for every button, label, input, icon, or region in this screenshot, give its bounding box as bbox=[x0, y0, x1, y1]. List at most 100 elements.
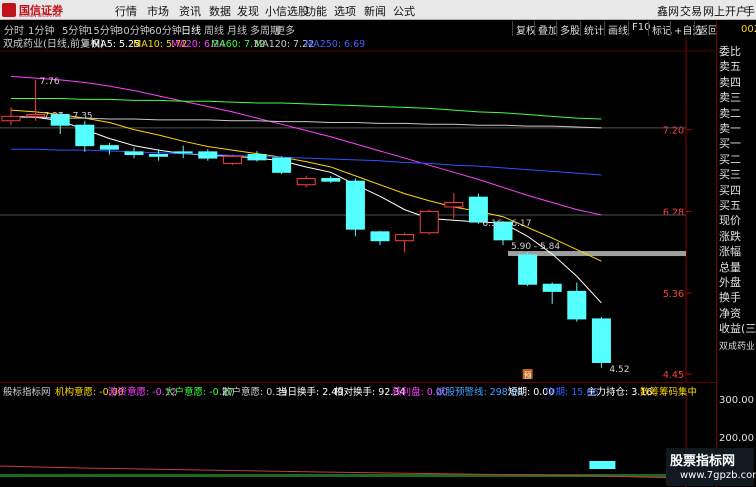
stock-code: 002 bbox=[741, 24, 756, 35]
quote-row-9: 买四 bbox=[719, 183, 741, 197]
quote-row-10: 买五 bbox=[719, 199, 741, 212]
quote-row-7: 买二 bbox=[719, 152, 741, 166]
watermark: 股票指标网 www.7gpzb.com bbox=[666, 448, 756, 486]
menu-right-item-2[interactable]: 网上开户 bbox=[703, 3, 747, 19]
candle-body-12 bbox=[296, 178, 316, 186]
candle-24[interactable] bbox=[591, 317, 611, 368]
period-tab-3[interactable]: 15分钟 bbox=[87, 22, 120, 37]
candle-11[interactable] bbox=[272, 156, 292, 175]
period-tab-0[interactable]: 分时 bbox=[4, 22, 24, 37]
candle-body-9 bbox=[222, 155, 242, 164]
app-logo: 国信证券 GUOSEN SECURITIES bbox=[2, 2, 70, 18]
period-tab-4[interactable]: 30分钟 bbox=[117, 22, 150, 37]
menu-item-2[interactable]: 资讯 bbox=[179, 3, 201, 19]
quote-row-12: 涨跌 bbox=[719, 229, 741, 243]
menu-item-6[interactable]: 功能 bbox=[305, 3, 327, 19]
candle-body-8 bbox=[198, 151, 218, 159]
candle-body-17 bbox=[419, 210, 439, 234]
quote-row-16: 换手 bbox=[719, 291, 741, 305]
candle-body-6 bbox=[149, 154, 169, 157]
menu-item-5[interactable]: 小信选股 bbox=[265, 3, 309, 19]
candle-body-7 bbox=[173, 151, 193, 154]
ma-label-5: MA250: 6.69 bbox=[305, 39, 365, 50]
period-tab-2[interactable]: 5分钟 bbox=[62, 22, 88, 37]
candle-body-13 bbox=[321, 178, 341, 182]
candle-body-16 bbox=[395, 233, 415, 242]
price-annotation-4: 4.52 bbox=[609, 365, 629, 375]
period-tab-10[interactable]: 更多 bbox=[275, 22, 295, 37]
forecast-marker-label: 预 bbox=[524, 370, 532, 380]
quote-row-18: 收益(三) bbox=[719, 322, 756, 336]
candle-9[interactable] bbox=[222, 154, 242, 166]
quote-row-2: 卖四 bbox=[719, 75, 741, 89]
candle-body-4 bbox=[99, 145, 119, 150]
candle-body-24 bbox=[591, 318, 611, 363]
toolbar-button-2[interactable]: 多股 bbox=[556, 21, 583, 37]
candle-21[interactable] bbox=[518, 252, 538, 287]
menu-item-8[interactable]: 新闻 bbox=[364, 3, 386, 19]
toolbar-button-3[interactable]: 统计 bbox=[580, 21, 607, 37]
period-toolbar: 分时 1分钟 5分钟 15分钟 30分钟 60分钟 日线 周线 月线 多周期 更多 复权 叠加 多股 统计… bbox=[0, 21, 718, 37]
period-tab-8[interactable]: 月线 bbox=[227, 22, 247, 37]
panel-price-0: 300.00 bbox=[719, 395, 754, 406]
panel-price-1: 200.00 bbox=[719, 433, 754, 444]
panel-stock-name: 双成药业 bbox=[719, 342, 756, 352]
price-label-3: 4.45 bbox=[663, 370, 684, 381]
quote-row-1: 卖五 bbox=[719, 60, 741, 74]
price-annotation-1: 7.37 - 7.35 bbox=[44, 112, 93, 122]
menu-right-item-1[interactable]: 交易 bbox=[680, 3, 702, 19]
menu-bar: 国信证券 GUOSEN SECURITIES 行情 市场 资讯 数据 发现 小信选股 功能选… bbox=[0, 0, 756, 20]
toolbar-button-4[interactable]: 画线 bbox=[604, 21, 631, 37]
quote-row-5: 卖一 bbox=[719, 122, 741, 135]
quote-row-3: 卖三 bbox=[719, 91, 741, 105]
quote-row-11: 现价 bbox=[719, 214, 741, 228]
logo-mark-icon bbox=[2, 3, 16, 17]
price-label-2: 5.36 bbox=[663, 289, 684, 300]
indicator-header: 般标指标网 机构意愿: -0.00 游资意愿: -0.12 大户意愿: -0.27 散户… bbox=[0, 382, 716, 398]
candle-body-0 bbox=[1, 115, 21, 122]
period-tab-6[interactable]: 日线 bbox=[181, 22, 201, 37]
price-label-0: 7.20 bbox=[663, 126, 684, 137]
quote-row-15: 外盘 bbox=[719, 276, 741, 289]
price-annotation-3: 5.90 - 5.84 bbox=[511, 242, 560, 252]
price-annotation-2: 6.16 - 6.17 bbox=[482, 219, 531, 229]
candle-body-5 bbox=[124, 151, 144, 156]
quote-row-8: 买三 bbox=[719, 168, 741, 182]
watermark-url: www.7gpzb.com bbox=[680, 470, 756, 481]
menu-right-item-3[interactable]: 手 bbox=[744, 3, 755, 19]
quote-row-13: 涨幅 bbox=[719, 245, 741, 259]
menu-item-3[interactable]: 数据 bbox=[209, 3, 231, 19]
candle-body-3 bbox=[75, 124, 95, 147]
quote-panel: 002 委比卖五卖四卖三卖二卖一买一买二买三买四买五现价涨跌涨幅总量外盘换手净资… bbox=[716, 21, 756, 487]
quote-row-14: 总量 bbox=[719, 260, 741, 274]
menu-item-7[interactable]: 选项 bbox=[334, 3, 356, 19]
menu-item-4[interactable]: 发现 bbox=[237, 3, 259, 19]
candle-body-14 bbox=[345, 180, 365, 230]
period-tab-7[interactable]: 周线 bbox=[204, 22, 224, 37]
menu-right-item-0[interactable]: 鑫网 bbox=[657, 3, 679, 19]
candle-body-21 bbox=[518, 254, 538, 285]
quote-row-4: 卖二 bbox=[719, 106, 741, 120]
price-label-1: 6.28 bbox=[663, 207, 684, 218]
period-tab-5[interactable]: 60分钟 bbox=[149, 22, 182, 37]
candle-body-15 bbox=[370, 231, 390, 242]
menu-item-9[interactable]: 公式 bbox=[393, 3, 415, 19]
quote-row-0: 委比 bbox=[719, 45, 741, 58]
candle-body-10 bbox=[247, 154, 267, 161]
menu-item-1[interactable]: 市场 bbox=[147, 3, 169, 19]
ma-toggle-icon[interactable] bbox=[84, 41, 89, 46]
candlestick-chart[interactable]: 双成药业(日线,前复权)MA5: 5.25MA10: 5.72MA20: 6.2… bbox=[0, 37, 716, 382]
indicator-chart[interactable] bbox=[0, 396, 716, 487]
watermark-title: 股票指标网 bbox=[670, 454, 736, 469]
period-tab-1[interactable]: 1分钟 bbox=[28, 22, 54, 37]
candle-body-22 bbox=[542, 283, 562, 292]
quote-row-17: 净资 bbox=[719, 306, 741, 320]
logo-subtext: GUOSEN SECURITIES bbox=[19, 13, 61, 18]
candle-body-11 bbox=[272, 157, 292, 173]
candle-body-23 bbox=[567, 290, 587, 320]
candle-14[interactable] bbox=[345, 178, 365, 237]
menu-item-0[interactable]: 行情 bbox=[115, 3, 137, 19]
candle-body-1 bbox=[26, 114, 46, 117]
indicator-bar bbox=[589, 461, 616, 469]
candle-17[interactable] bbox=[419, 209, 439, 235]
